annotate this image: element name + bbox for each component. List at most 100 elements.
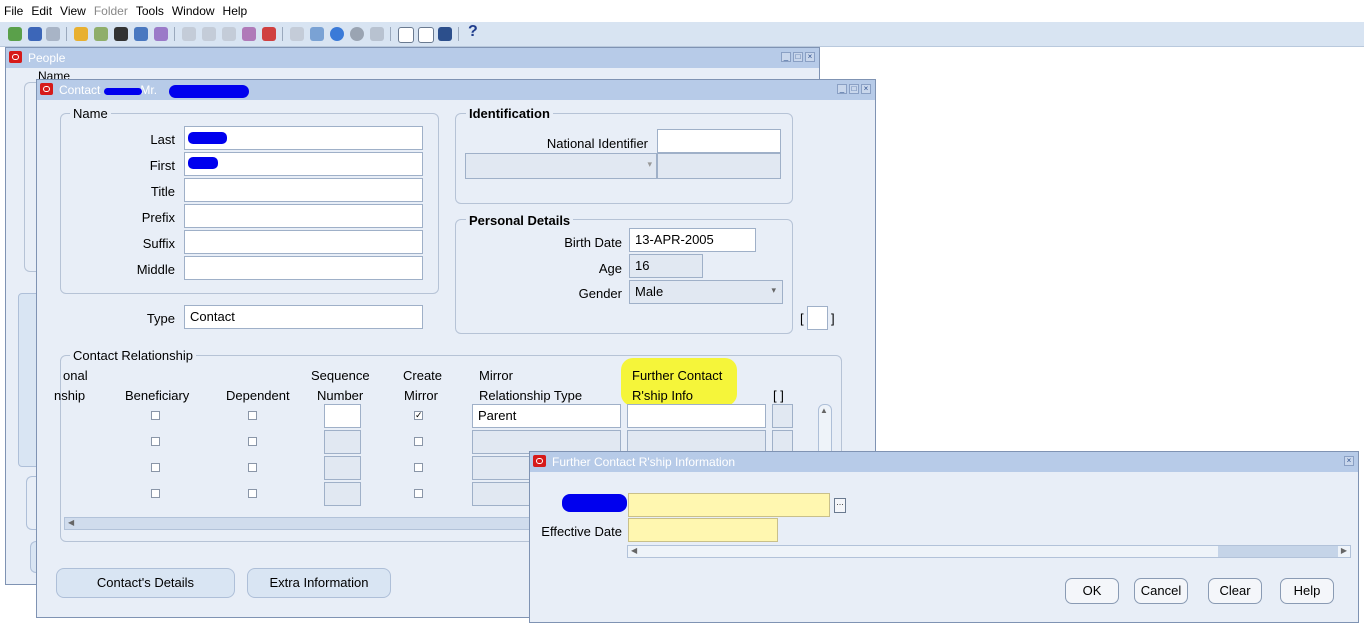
zoom-icon[interactable] (310, 27, 324, 41)
toolbar: ? (0, 22, 1364, 47)
new-record-icon[interactable] (8, 27, 22, 41)
maximize-icon[interactable]: □ (793, 52, 803, 62)
people-title-bar[interactable]: People _ □ × (6, 48, 819, 68)
horizontal-scrollbar[interactable]: ◀ ▶ (627, 545, 1351, 558)
create-mirror-checkbox[interactable] (414, 489, 423, 498)
scroll-right-icon[interactable]: ▶ (1341, 546, 1347, 555)
toolbar-separator (282, 27, 283, 41)
menu-edit[interactable]: Edit (27, 0, 56, 18)
close-form-icon[interactable] (154, 27, 168, 41)
menu-help[interactable]: Help (219, 0, 252, 18)
cut-icon[interactable] (182, 27, 196, 41)
oracle-logo-icon (40, 83, 53, 95)
horizontal-scrollbar[interactable]: ◀ (64, 517, 532, 530)
export-icon[interactable] (438, 27, 452, 41)
beneficiary-checkbox[interactable] (151, 437, 160, 446)
create-mirror-checkbox[interactable] (414, 463, 423, 472)
scroll-left-icon[interactable]: ◀ (631, 546, 637, 555)
birth-date-field[interactable]: 13-APR-2005 (629, 228, 756, 252)
further-contact-info-field[interactable] (627, 404, 766, 428)
middle-name-field[interactable] (184, 256, 423, 280)
col-header-bracket: [ ] (773, 388, 784, 403)
dependent-checkbox[interactable] (248, 411, 257, 420)
help-icon[interactable]: ? (468, 23, 478, 41)
paste-icon[interactable] (222, 27, 236, 41)
minimize-icon[interactable]: _ (837, 84, 847, 94)
close-icon[interactable]: × (805, 52, 815, 62)
first-name-field[interactable] (184, 152, 423, 176)
flexfield-field[interactable] (807, 306, 828, 330)
close-icon[interactable]: × (861, 84, 871, 94)
extra-information-button[interactable]: Extra Information (247, 568, 391, 598)
beneficiary-checkbox[interactable] (151, 489, 160, 498)
window-icon[interactable] (418, 27, 434, 43)
row-flex-field[interactable] (772, 404, 793, 428)
mirror-relationship-type-field[interactable]: Parent (472, 404, 621, 428)
scroll-up-icon[interactable]: ▲ (820, 406, 828, 415)
beneficiary-checkbox[interactable] (151, 411, 160, 420)
sequence-number-field[interactable] (324, 456, 361, 480)
title-label: Title (150, 184, 175, 199)
lov-button-icon[interactable]: … (834, 498, 846, 513)
create-mirror-checkbox[interactable]: ✓ (414, 411, 423, 420)
col-header-partial: nship (54, 388, 86, 403)
scroll-thumb[interactable] (1218, 546, 1338, 557)
cancel-button[interactable]: Cancel (1134, 578, 1188, 604)
legislation-select[interactable]: ▾ (465, 153, 657, 179)
dependent-checkbox[interactable] (248, 437, 257, 446)
create-mirror-checkbox[interactable] (414, 437, 423, 446)
contacts-details-button[interactable]: Contact's Details (56, 568, 235, 598)
attachments-icon[interactable] (350, 27, 364, 41)
dependent-checkbox[interactable] (248, 489, 257, 498)
menu-view[interactable]: View (56, 0, 90, 18)
middle-name-label: Middle (136, 262, 175, 277)
menu-folder[interactable]: Folder (90, 0, 132, 18)
vertical-scrollbar[interactable]: ▲ (818, 404, 832, 458)
find-icon[interactable] (28, 27, 42, 41)
sequence-number-field[interactable] (324, 404, 361, 428)
national-identifier-field[interactable] (657, 129, 781, 153)
national-identifier-label: National Identifier (546, 136, 648, 151)
ok-button[interactable]: OK (1065, 578, 1119, 604)
calendar-icon[interactable] (398, 27, 414, 43)
clear-record-icon[interactable] (242, 27, 256, 41)
sequence-number-field[interactable] (324, 430, 361, 454)
menu-tools[interactable]: Tools (132, 0, 168, 18)
suffix-field[interactable] (184, 230, 423, 254)
menu-window[interactable]: Window (168, 0, 219, 18)
switch-responsibility-icon[interactable] (114, 27, 128, 41)
help-button[interactable]: Help (1280, 578, 1334, 604)
navigate-icon[interactable] (46, 27, 60, 41)
close-icon[interactable]: × (1344, 456, 1354, 466)
prefix-label: Prefix (141, 210, 175, 225)
prefix-field[interactable] (184, 204, 423, 228)
menu-file[interactable]: File (0, 0, 27, 18)
translations-icon[interactable] (330, 27, 344, 41)
dependent-checkbox[interactable] (248, 463, 257, 472)
delete-icon[interactable] (262, 27, 276, 41)
type-field[interactable]: Contact (184, 305, 423, 329)
mirror-relationship-type-field[interactable] (472, 482, 532, 506)
gender-select[interactable]: Male ▾ (629, 280, 783, 304)
maximize-icon[interactable]: □ (849, 84, 859, 94)
clear-button[interactable]: Clear (1208, 578, 1262, 604)
save-icon[interactable] (74, 27, 88, 41)
copy-icon[interactable] (202, 27, 216, 41)
col-header-sequence: Sequence (311, 368, 370, 383)
folder-tools-icon[interactable] (370, 27, 384, 41)
beneficiary-checkbox[interactable] (151, 463, 160, 472)
sequence-number-field[interactable] (324, 482, 361, 506)
title-field[interactable] (184, 178, 423, 202)
mirror-relationship-type-field[interactable] (472, 456, 532, 480)
effective-date-field[interactable] (628, 518, 778, 542)
next-step-icon[interactable] (94, 27, 108, 41)
further-contact-title-bar[interactable]: Further Contact R'ship Information × (530, 452, 1358, 472)
print-icon[interactable] (134, 27, 148, 41)
scroll-left-icon[interactable]: ◀ (68, 518, 74, 527)
identification-title: Identification (466, 106, 553, 121)
edit-field-icon[interactable] (290, 27, 304, 41)
flexfield-bracket-right: ] (831, 311, 835, 326)
minimize-icon[interactable]: _ (781, 52, 791, 62)
contact-title-bar[interactable]: Contact Mr. _ □ × (37, 80, 875, 100)
context-value-field[interactable] (628, 493, 830, 517)
